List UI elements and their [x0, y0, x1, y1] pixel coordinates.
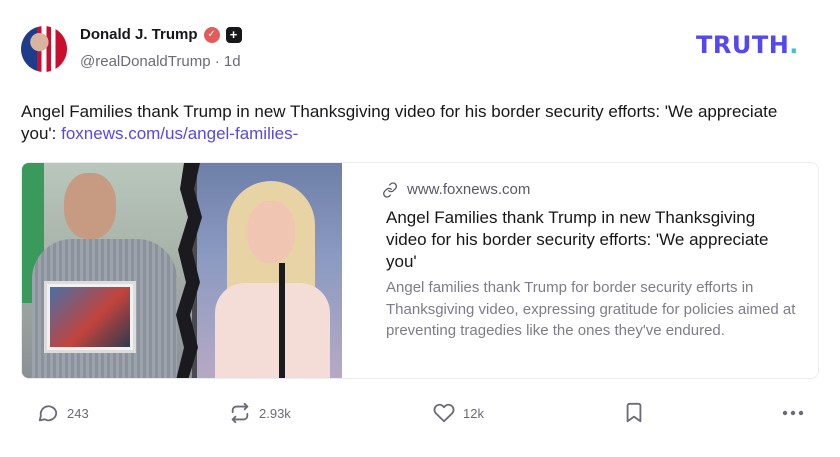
- link-domain-row: www.foxnews.com: [382, 181, 530, 198]
- truth-logo[interactable]: TRUTH.: [696, 31, 799, 59]
- like-button[interactable]: 12k: [433, 402, 484, 424]
- image-right-panel: [197, 163, 342, 378]
- logo-dot: .: [789, 31, 799, 59]
- like-count: 12k: [463, 405, 484, 421]
- bookmark-button[interactable]: [623, 402, 645, 424]
- verified-badge-icon: ✓: [203, 26, 220, 43]
- post-link[interactable]: foxnews.com/us/angel-families-: [61, 124, 298, 143]
- more-icon: [782, 410, 804, 416]
- post-text: Angel Families thank Trump in new Thanks…: [21, 101, 801, 145]
- link-title: Angel Families thank Trump in new Thanks…: [386, 208, 769, 271]
- retruth-button[interactable]: 2.93k: [229, 402, 291, 424]
- link-icon: [383, 181, 397, 198]
- link-preview-card[interactable]: www.foxnews.com Angel Families thank Tru…: [21, 162, 819, 379]
- link-description: Angel families thank Trump for border se…: [386, 279, 796, 339]
- link-domain: www.foxnews.com: [407, 181, 531, 198]
- reply-button[interactable]: 243: [37, 402, 89, 424]
- reply-count: 243: [67, 405, 89, 421]
- more-options-button[interactable]: [781, 404, 805, 422]
- post-time[interactable]: 1d: [224, 53, 241, 70]
- logo-text: TRUTH: [696, 31, 790, 59]
- avatar[interactable]: [21, 26, 67, 72]
- retruth-icon: [231, 402, 249, 424]
- post-actions: 243 2.93k 12k: [0, 398, 840, 432]
- author-name[interactable]: Donald J. Trump: [80, 26, 198, 43]
- author-handle[interactable]: @realDonaldTrump: [80, 53, 211, 70]
- bookmark-icon: [626, 402, 642, 423]
- retruth-count: 2.93k: [259, 405, 291, 421]
- reply-icon: [38, 405, 58, 422]
- separator: ·: [214, 53, 224, 70]
- image-left-panel: [22, 163, 192, 378]
- link-preview-image: [22, 163, 342, 378]
- plus-badge-icon: +: [225, 26, 242, 43]
- author-row: Donald J. Trump ✓ +: [80, 26, 242, 43]
- truth-post: Donald J. Trump ✓ + @realDonaldTrump · 1…: [0, 0, 840, 457]
- heart-icon: [433, 403, 455, 423]
- handle-row: @realDonaldTrump · 1d: [80, 53, 241, 70]
